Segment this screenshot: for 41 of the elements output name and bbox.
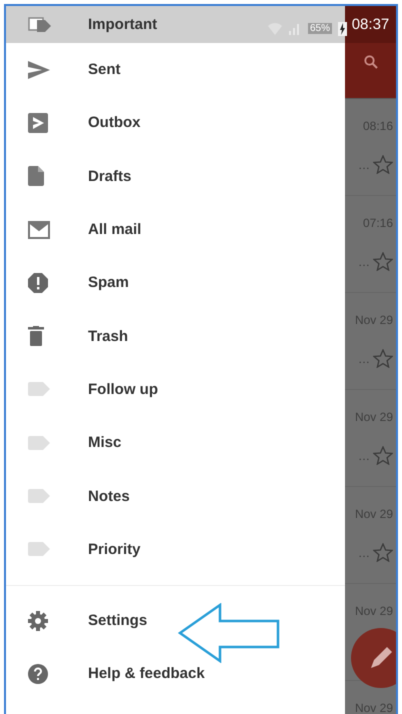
label-icon [28, 16, 52, 32]
mail-snippet: … [358, 546, 370, 560]
star-icon[interactable] [373, 349, 393, 368]
label-icon [28, 382, 50, 396]
drawer-item[interactable]: Help & feedback [6, 647, 345, 701]
alert-icon [28, 272, 48, 293]
drawer-item[interactable]: Spam [6, 256, 345, 310]
mail-icon [28, 220, 50, 239]
trash-icon [28, 326, 44, 346]
drawer-item[interactable]: Priority [6, 522, 345, 576]
battery-percent: 65% [308, 23, 332, 34]
label-icon [28, 489, 50, 504]
mail-snippet: … [358, 448, 370, 462]
settings-icon [28, 610, 48, 631]
mail-snippet: … [358, 254, 370, 268]
star-icon[interactable] [373, 155, 393, 174]
send-icon [28, 60, 50, 79]
drawer-item[interactable]: Follow up [6, 362, 345, 416]
signal-icon [288, 22, 302, 34]
charging-battery-icon [338, 22, 348, 36]
mail-snippet: … [358, 352, 370, 366]
drawer-item[interactable]: Sent [6, 43, 345, 96]
status-time: 08:37 [352, 16, 390, 33]
drawer-item[interactable]: Trash [6, 309, 345, 363]
star-icon[interactable] [373, 252, 393, 271]
label-icon [28, 436, 50, 450]
drawer-item[interactable]: All mail [6, 202, 345, 256]
drawer-item[interactable]: Outbox [6, 96, 345, 150]
search-icon [364, 55, 378, 69]
star-icon[interactable] [373, 543, 393, 562]
star-icon[interactable] [373, 446, 393, 465]
drawer-item[interactable]: Drafts [6, 150, 345, 203]
compose-button[interactable] [351, 628, 396, 688]
drawer-item[interactable]: Misc [6, 416, 345, 470]
label-icon [28, 542, 50, 556]
mail-snippet: … [358, 158, 370, 172]
outbox-icon [28, 112, 48, 133]
document-icon [28, 166, 44, 186]
help-icon [28, 664, 48, 684]
drawer-item[interactable]: Settings [6, 594, 345, 648]
drawer-item[interactable]: Notes [6, 469, 345, 523]
